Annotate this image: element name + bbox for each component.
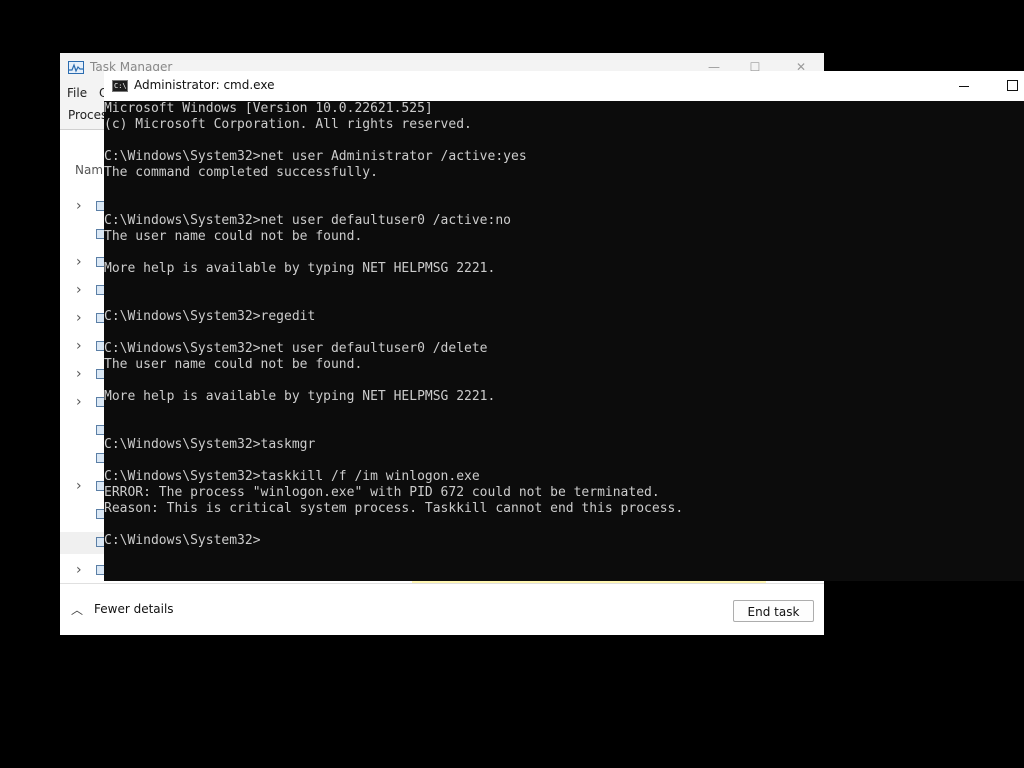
task-manager-icon (68, 61, 84, 74)
chevron-up-icon[interactable]: ︿ (71, 601, 83, 618)
console-line: (c) Microsoft Corporation. All rights re… (104, 117, 472, 132)
expand-chevron-icon[interactable]: › (76, 254, 82, 270)
end-task-button[interactable]: End task (733, 600, 814, 622)
console-line: More help is available by typing NET HEL… (104, 389, 496, 404)
expand-chevron-icon[interactable]: › (76, 310, 82, 326)
console-prompt[interactable]: C:\Windows\System32> (104, 533, 261, 549)
console-line: C:\Windows\System32>net user defaultuser… (104, 341, 488, 356)
console-output[interactable]: Microsoft Windows [Version 10.0.22621.52… (104, 101, 1024, 581)
console-line: C:\Windows\System32>taskkill /f /im winl… (104, 469, 480, 484)
console-line: More help is available by typing NET HEL… (104, 261, 496, 276)
expand-chevron-icon[interactable]: › (76, 394, 82, 410)
cmd-icon: C:\ (112, 80, 128, 92)
cmd-window: C:\ Administrator: cmd.exe Microsoft Win… (104, 71, 1024, 581)
console-line: Reason: This is critical system process.… (104, 501, 684, 516)
console-line: C:\Windows\System32>taskmgr (104, 437, 316, 452)
column-header-name[interactable]: Nam (75, 163, 103, 177)
expand-chevron-icon[interactable]: › (76, 478, 82, 494)
expand-chevron-icon[interactable]: › (76, 562, 82, 578)
console-line: The user name could not be found. (104, 229, 363, 244)
cmd-titlebar[interactable]: C:\ Administrator: cmd.exe (104, 71, 1024, 101)
console-line: C:\Windows\System32>regedit (104, 309, 316, 324)
expand-chevron-icon[interactable]: › (76, 338, 82, 354)
fewer-details-link[interactable]: Fewer details (94, 602, 174, 616)
console-line: C:\Windows\System32>net user Administrat… (104, 149, 527, 164)
tab-processes[interactable]: Proces (68, 108, 107, 122)
console-line: The user name could not be found. (104, 357, 363, 372)
console-line: Microsoft Windows [Version 10.0.22621.52… (104, 101, 433, 116)
console-line: ERROR: The process "winlogon.exe" with P… (104, 485, 660, 500)
task-manager-footer: ︿ Fewer details End task (60, 583, 824, 635)
cmd-maximize-button[interactable] (1000, 76, 1024, 96)
expand-chevron-icon[interactable]: › (76, 282, 82, 298)
expand-chevron-icon[interactable]: › (76, 198, 82, 214)
console-line: C:\Windows\System32>net user defaultuser… (104, 213, 511, 228)
expand-chevron-icon[interactable]: › (76, 366, 82, 382)
console-line: The command completed successfully. (104, 165, 378, 180)
cmd-minimize-button[interactable] (952, 76, 976, 96)
menu-file[interactable]: File (67, 86, 87, 100)
cmd-title: Administrator: cmd.exe (134, 78, 275, 92)
